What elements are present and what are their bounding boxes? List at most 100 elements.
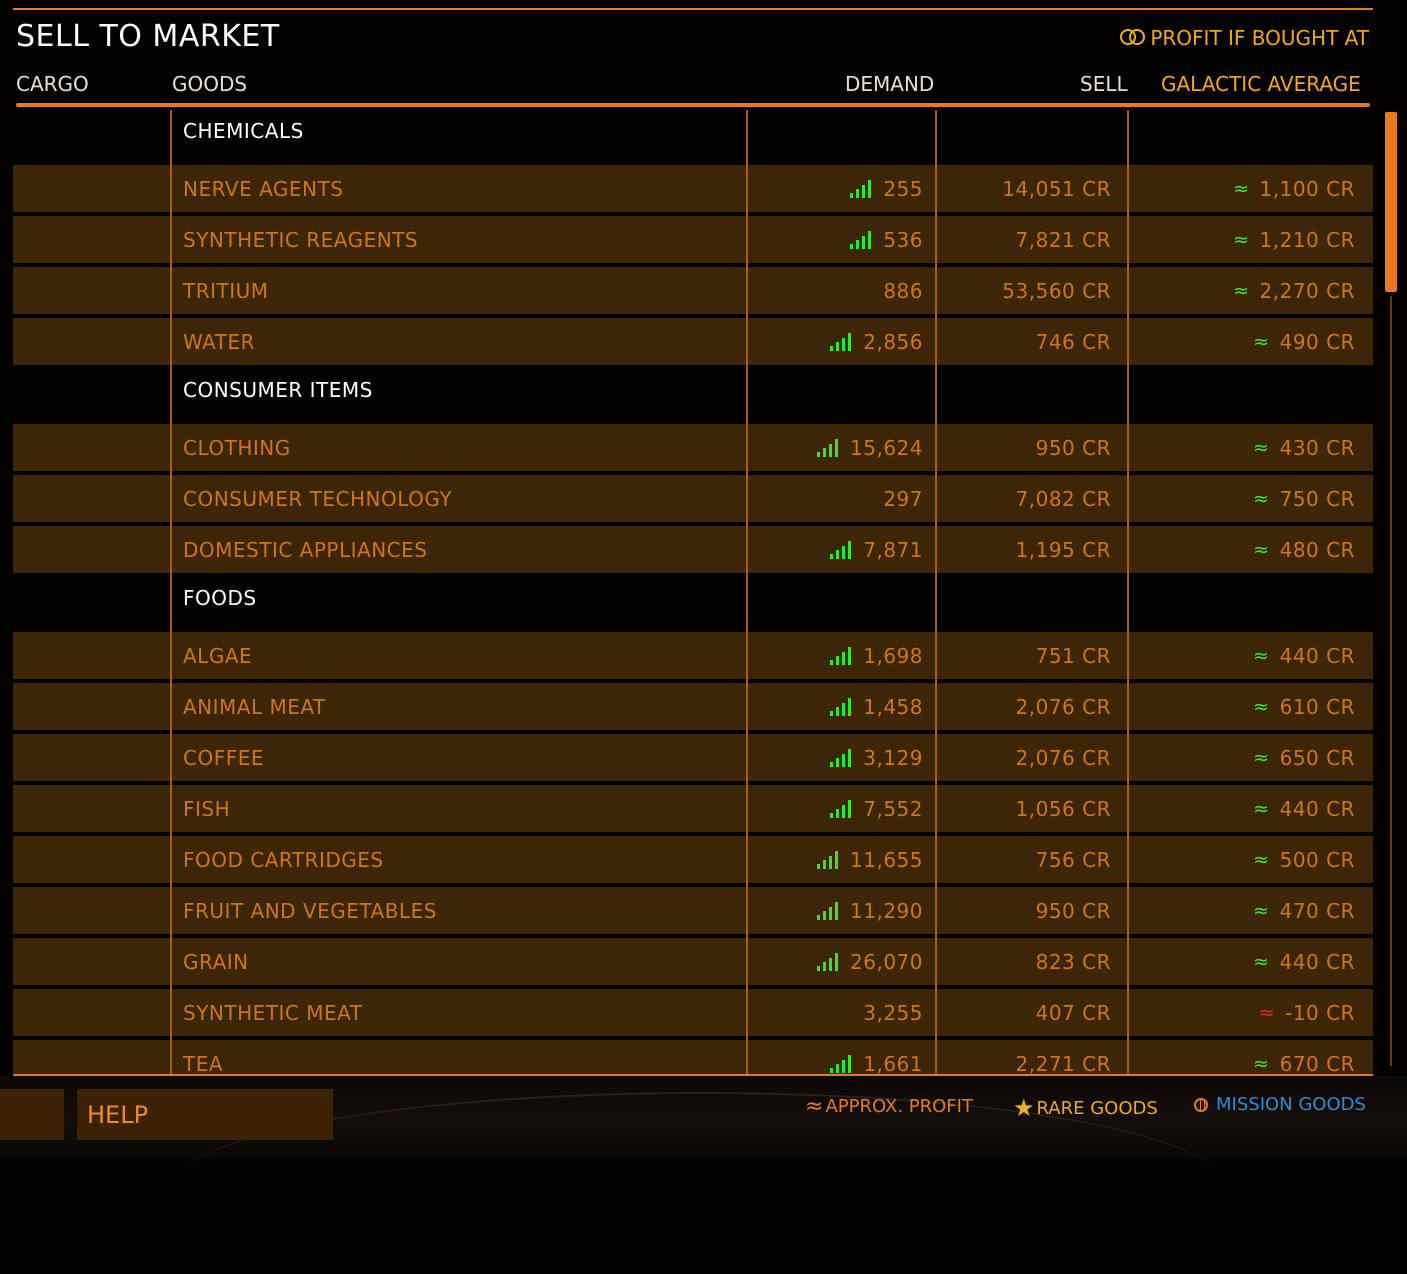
column-divider [1127, 110, 1129, 1074]
sell-price: 2,271 CR [1015, 1051, 1111, 1075]
approx-profit-icon: ≈ [1253, 436, 1270, 459]
demand-bars-icon [830, 332, 852, 351]
column-header-sell[interactable]: SELL [1080, 72, 1128, 96]
table-row[interactable]: FISH 7,552 1,056 CR ≈440 CR [13, 785, 1373, 832]
galactic-average-value: 490 CR [1279, 329, 1355, 354]
table-row[interactable]: FOOD CARTRIDGES 11,655 756 CR ≈500 CR [13, 836, 1373, 883]
sell-price: 53,560 CR [1002, 278, 1111, 303]
galactic-average-cell: ≈470 CR [1130, 887, 1355, 934]
demand-value: 1,458 [863, 694, 923, 719]
demand-value: 11,655 [850, 847, 923, 872]
galactic-average-value: -10 CR [1285, 1000, 1355, 1025]
galactic-average-cell: ≈480 CR [1130, 526, 1355, 573]
table-row[interactable]: TRITIUM 886 53,560 CR ≈2,270 CR [13, 267, 1373, 314]
demand-value: 7,871 [863, 537, 923, 562]
galactic-average-cell: ≈1,210 CR [1130, 216, 1355, 263]
sell-price: 1,056 CR [1015, 796, 1111, 821]
approx-profit-icon: ≈ [1253, 797, 1270, 820]
demand-value: 11,290 [850, 898, 923, 923]
goods-name: SYNTHETIC MEAT [183, 1000, 363, 1025]
legend-approx-profit: ≈ APPROX. PROFIT [805, 1094, 973, 1119]
scrollbar-track[interactable] [1390, 296, 1392, 1066]
category-label: FOODS [183, 586, 257, 610]
demand-bars-icon [817, 901, 839, 920]
demand-value: 26,070 [850, 949, 923, 974]
galactic-average-value: 480 CR [1279, 537, 1355, 562]
star-icon: ★ [1013, 1094, 1035, 1122]
demand-value: 3,255 [863, 1000, 923, 1025]
help-button[interactable]: HELP [77, 1089, 333, 1140]
sell-price: 2,076 CR [1015, 694, 1111, 719]
goods-name: TRITIUM [183, 278, 269, 303]
bottom-divider [13, 1074, 1373, 1076]
scrollbar-thumb[interactable] [1385, 112, 1397, 292]
galactic-average-value: 1,210 CR [1259, 227, 1355, 252]
table-row[interactable]: CLOTHING 15,624 950 CR ≈430 CR [13, 424, 1373, 471]
column-header-galactic-average[interactable]: GALACTIC AVERAGE [1161, 72, 1361, 96]
table-row[interactable]: CONSUMER TECHNOLOGY 297 7,082 CR ≈750 CR [13, 475, 1373, 522]
galactic-average-cell: ≈440 CR [1130, 785, 1355, 832]
demand-cell: 297 [748, 475, 923, 522]
approx-profit-icon: ≈ [1253, 644, 1270, 667]
approx-profit-icon: ≈ [1233, 228, 1250, 251]
column-divider [746, 110, 748, 1074]
approx-profit-icon: ≈ [1253, 848, 1270, 871]
goods-name: FISH [183, 796, 231, 821]
goods-name: SYNTHETIC REAGENTS [183, 227, 419, 252]
goods-name: DOMESTIC APPLIANCES [183, 537, 428, 562]
table-row[interactable]: TEA 1,661 2,271 CR ≈670 CR [13, 1040, 1373, 1074]
category-row: FOODS [13, 577, 1373, 632]
category-row: CHEMICALS [13, 110, 1373, 165]
column-header-cargo[interactable]: CARGO [16, 72, 89, 96]
approx-profit-icon: ≈ [1233, 279, 1250, 302]
column-divider [935, 110, 937, 1074]
profit-header: PROFIT IF BOUGHT AT [1120, 26, 1369, 50]
table-row[interactable]: GRAIN 26,070 823 CR ≈440 CR [13, 938, 1373, 985]
table-row[interactable]: ALGAE 1,698 751 CR ≈440 CR [13, 632, 1373, 679]
galactic-average-value: 440 CR [1279, 643, 1355, 668]
sell-price: 1,195 CR [1015, 537, 1111, 562]
sell-price: 407 CR [1035, 1000, 1111, 1025]
table-row[interactable]: ANIMAL MEAT 1,458 2,076 CR ≈610 CR [13, 683, 1373, 730]
demand-cell: 886 [748, 267, 923, 314]
demand-value: 1,661 [863, 1051, 923, 1075]
demand-cell: 536 [748, 216, 923, 263]
demand-bars-icon [830, 540, 852, 559]
table-row[interactable]: SYNTHETIC REAGENTS 536 7,821 CR ≈1,210 CR [13, 216, 1373, 263]
galactic-average-cell: ≈440 CR [1130, 632, 1355, 679]
galactic-average-cell: ≈500 CR [1130, 836, 1355, 883]
demand-cell: 7,871 [748, 526, 923, 573]
back-button[interactable] [0, 1089, 64, 1140]
demand-bars-icon [850, 230, 872, 249]
goods-name: NERVE AGENTS [183, 176, 344, 201]
market-table: CHEMICALS NERVE AGENTS 255 14,051 CR ≈1,100 … [13, 110, 1373, 1074]
sell-price: 2,076 CR [1015, 745, 1111, 770]
sell-price: 7,082 CR [1015, 486, 1111, 511]
table-row[interactable]: COFFEE 3,129 2,076 CR ≈650 CR [13, 734, 1373, 781]
approx-profit-icon: ≈ [1233, 177, 1250, 200]
demand-cell: 255 [748, 165, 923, 212]
column-header-goods[interactable]: GOODS [172, 72, 247, 96]
galactic-average-value: 750 CR [1279, 486, 1355, 511]
sell-price: 756 CR [1035, 847, 1111, 872]
table-row[interactable]: FRUIT AND VEGETABLES 11,290 950 CR ≈470 CR [13, 887, 1373, 934]
table-row[interactable]: WATER 2,856 746 CR ≈490 CR [13, 318, 1373, 365]
galactic-average-cell: ≈ -10 CR [1130, 989, 1355, 1036]
approx-profit-icon: ≈ [1253, 746, 1270, 769]
approx-profit-icon: ≈ [1253, 950, 1270, 973]
demand-cell: 15,624 [748, 424, 923, 471]
approx-icon: ≈ [805, 1094, 824, 1119]
legend-mission-label: MISSION GOODS [1216, 1094, 1366, 1115]
demand-bars-icon [817, 850, 839, 869]
approx-profit-icon: ≈ [1253, 1052, 1270, 1075]
galactic-average-cell: ≈1,100 CR [1130, 165, 1355, 212]
demand-cell: 11,655 [748, 836, 923, 883]
table-row[interactable]: DOMESTIC APPLIANCES 7,871 1,195 CR ≈480 CR [13, 526, 1373, 573]
column-header-demand[interactable]: DEMAND [845, 72, 934, 96]
table-row[interactable]: SYNTHETIC MEAT 3,255 407 CR ≈ -10 CR [13, 989, 1373, 1036]
approx-profit-icon: ≈ [1258, 1001, 1276, 1024]
category-label: CONSUMER ITEMS [183, 378, 373, 402]
legend-mission-goods: MISSION GOODS [1194, 1094, 1366, 1115]
goods-name: ANIMAL MEAT [183, 694, 326, 719]
table-row[interactable]: NERVE AGENTS 255 14,051 CR ≈1,100 CR [13, 165, 1373, 212]
